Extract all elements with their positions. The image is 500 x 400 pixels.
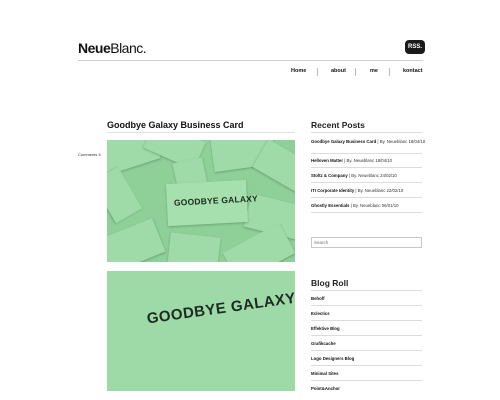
main-nav: Home about me kontact xyxy=(0,68,500,78)
list-divider xyxy=(311,365,422,366)
recent-post-item[interactable]: Goodbye Galaxy Business Card | By. Neueb… xyxy=(311,139,426,145)
search-input[interactable] xyxy=(311,237,422,248)
recent-post-item[interactable]: Stoltz & Company | By. Neueblanc 24/02/1… xyxy=(311,173,426,179)
blogroll-item[interactable]: Minimal Sites xyxy=(311,371,338,376)
blogroll-item[interactable]: Point&Anchor xyxy=(311,386,340,391)
recent-post-item[interactable]: Helloven Matter | By. Neueblanc 18/04/10 xyxy=(311,158,426,164)
blogroll-item[interactable]: Grafikcache xyxy=(311,341,336,346)
list-divider xyxy=(311,380,422,381)
nav-item-kontact[interactable]: kontact xyxy=(403,68,423,74)
post-title-divider xyxy=(107,132,295,133)
nav-separator xyxy=(389,68,390,76)
header-divider xyxy=(78,60,423,61)
blogroll-divider xyxy=(311,290,422,291)
list-divider xyxy=(311,212,422,213)
nav-separator xyxy=(317,68,318,76)
rss-icon[interactable]: RSS. xyxy=(405,40,425,54)
post-photo-cards-scattered: GOODBYE GALAXY xyxy=(107,140,295,262)
list-divider xyxy=(311,320,422,321)
recent-post-title[interactable]: Goodbye Galaxy Business Card xyxy=(311,139,376,144)
comments-link[interactable]: Comments 5 xyxy=(78,152,101,157)
list-divider xyxy=(311,197,422,198)
list-divider xyxy=(311,335,422,336)
nav-item-home[interactable]: Home xyxy=(291,68,306,74)
site-logo[interactable]: NeueBlanc. xyxy=(78,40,147,56)
recent-post-meta: | By. Neueblanc 22/02/10 xyxy=(354,188,404,193)
logo-rest-text: Blanc. xyxy=(110,40,147,56)
nav-item-me[interactable]: me xyxy=(370,68,378,74)
card-text-closeup: GOODBYE GALAXY xyxy=(145,289,295,328)
nav-separator xyxy=(355,68,356,76)
post-title[interactable]: Goodbye Galaxy Business Card xyxy=(107,120,244,130)
recent-posts-heading: Recent Posts xyxy=(311,120,365,130)
blogroll-heading: Blog Roll xyxy=(311,278,349,288)
list-divider xyxy=(311,305,422,306)
blogroll-item[interactable]: Logo Designers Blog xyxy=(311,356,354,361)
list-divider xyxy=(311,182,422,183)
recent-post-meta: | By. Neueblanc 18/04/10 xyxy=(376,139,426,144)
list-divider xyxy=(311,153,422,154)
recent-post-title[interactable]: Stoltz & Company xyxy=(311,173,348,178)
blogroll-item[interactable]: Eclectics xyxy=(311,311,330,316)
list-divider xyxy=(311,350,422,351)
list-divider xyxy=(311,167,422,168)
recent-post-item[interactable]: Ghostly Essentials | By. Neueblanc 06/01… xyxy=(311,203,426,209)
recent-post-title[interactable]: ITI Corporate Identity xyxy=(311,188,354,193)
blogroll-item[interactable]: Effektive Blog xyxy=(311,326,340,331)
nav-item-about[interactable]: about xyxy=(331,68,346,74)
recent-posts-divider xyxy=(311,132,422,133)
recent-post-title[interactable]: Helloven Matter xyxy=(311,158,343,163)
recent-post-title[interactable]: Ghostly Essentials xyxy=(311,203,349,208)
recent-post-meta: | By. Neueblanc 18/04/10 xyxy=(343,158,393,163)
card-text: GOODBYE GALAXY xyxy=(173,193,259,208)
featured-card: GOODBYE GALAXY xyxy=(165,179,258,227)
post-photo-card-closeup: GOODBYE GALAXY xyxy=(107,271,295,391)
blogroll-item[interactable]: Behoff xyxy=(311,296,325,301)
logo-bold-text: Neue xyxy=(78,40,111,56)
recent-post-item[interactable]: ITI Corporate Identity | By. Neueblanc 2… xyxy=(311,188,426,194)
recent-post-meta: | By. Neueblanc 06/01/10 xyxy=(349,203,399,208)
recent-post-meta: | By. Neueblanc 24/02/10 xyxy=(347,173,397,178)
